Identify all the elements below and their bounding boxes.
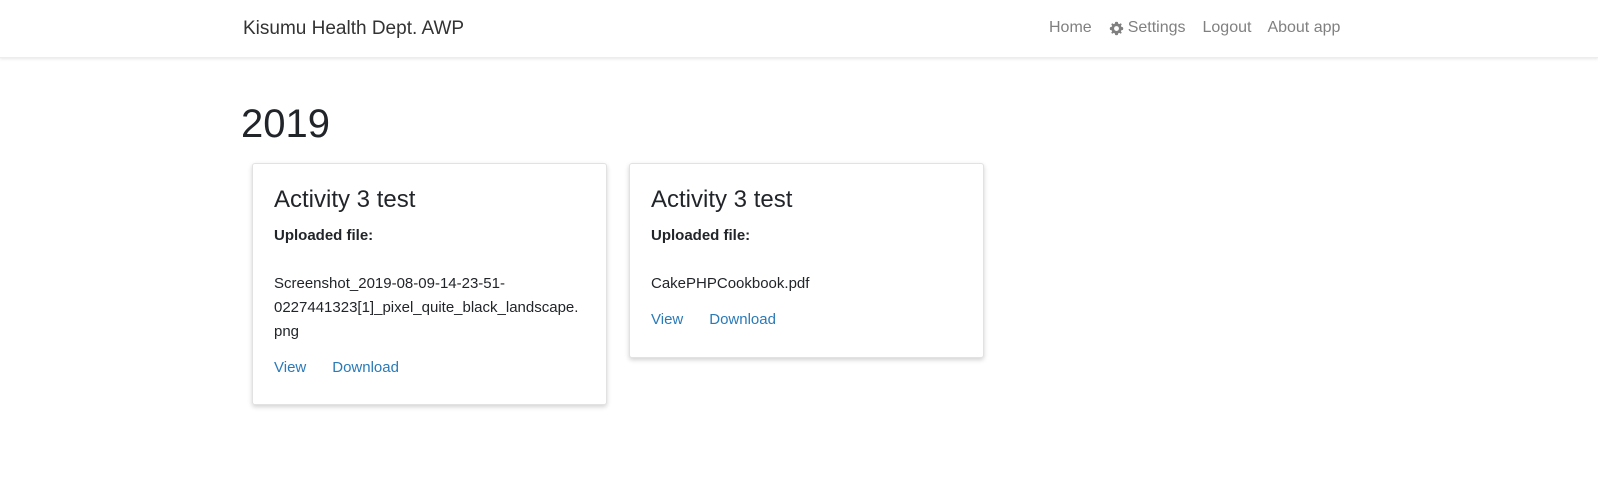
brand-link[interactable]: Kisumu Health Dept. AWP [243, 18, 464, 40]
card-actions: View Download [651, 310, 962, 330]
year-heading: 2019 [241, 102, 330, 146]
uploaded-file-label: Uploaded file: [651, 227, 751, 244]
gear-icon [1109, 21, 1123, 35]
view-link[interactable]: View [274, 358, 306, 378]
nav-logout-link[interactable]: Logout [1203, 19, 1252, 37]
view-link[interactable]: View [651, 310, 683, 330]
activity-card: Activity 3 test Uploaded file: CakePHPCo… [629, 163, 984, 358]
nav-settings-label: Settings [1127, 19, 1186, 36]
download-link[interactable]: Download [332, 358, 399, 378]
file-name-line: Screenshot_2019-08-09-14-23-51- [274, 275, 505, 292]
nav-links: Home Settings Logout About app [1049, 19, 1340, 37]
top-navbar: Kisumu Health Dept. AWP Home Settings Lo… [0, 0, 1598, 58]
nav-about-link[interactable]: About app [1267, 19, 1340, 37]
nav-settings-link[interactable]: Settings [1109, 19, 1186, 37]
card-title: Activity 3 test [651, 186, 793, 213]
nav-home-link[interactable]: Home [1049, 19, 1092, 37]
file-name-line: 0227441323[1]_pixel_quite_black_landscap… [274, 299, 579, 316]
file-name-line: CakePHPCookbook.pdf [651, 275, 810, 292]
activity-card: Activity 3 test Uploaded file: Screensho… [252, 163, 607, 405]
card-actions: View Download [274, 358, 585, 378]
card-title: Activity 3 test [274, 186, 416, 213]
file-name-line: png [274, 323, 300, 340]
download-link[interactable]: Download [709, 310, 776, 330]
uploaded-file-label: Uploaded file: [274, 227, 374, 244]
uploaded-file-name: Screenshot_2019-08-09-14-23-51- 02274413… [274, 272, 594, 344]
uploaded-file-name: CakePHPCookbook.pdf [651, 272, 971, 296]
